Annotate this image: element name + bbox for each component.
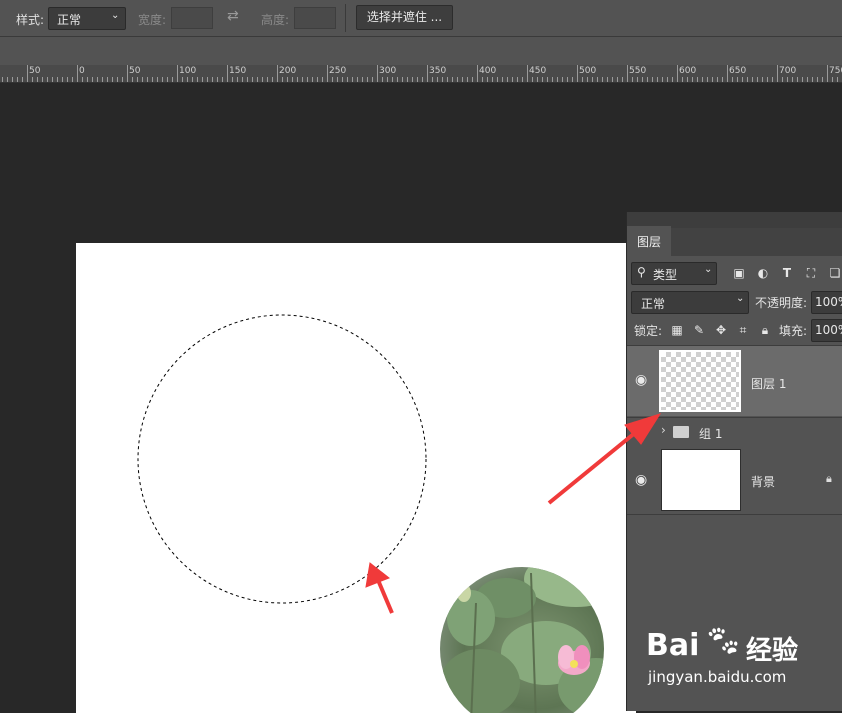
annotation-arrows — [365, 413, 662, 614]
paw-logo-icon: 🐾︎ — [704, 624, 743, 659]
watermark-brand-prefix: Bai — [646, 628, 700, 663]
arrow-to-selection — [376, 579, 394, 614]
arrow-head — [624, 413, 662, 445]
baidu-jingyan-watermark: Bai 🐾︎ 经验 jingyan.baidu.com — [646, 620, 842, 690]
watermark-url: jingyan.baidu.com — [648, 668, 787, 686]
arrow-to-layer1 — [547, 430, 638, 505]
watermark-brand-suffix: 经验 — [746, 636, 799, 666]
